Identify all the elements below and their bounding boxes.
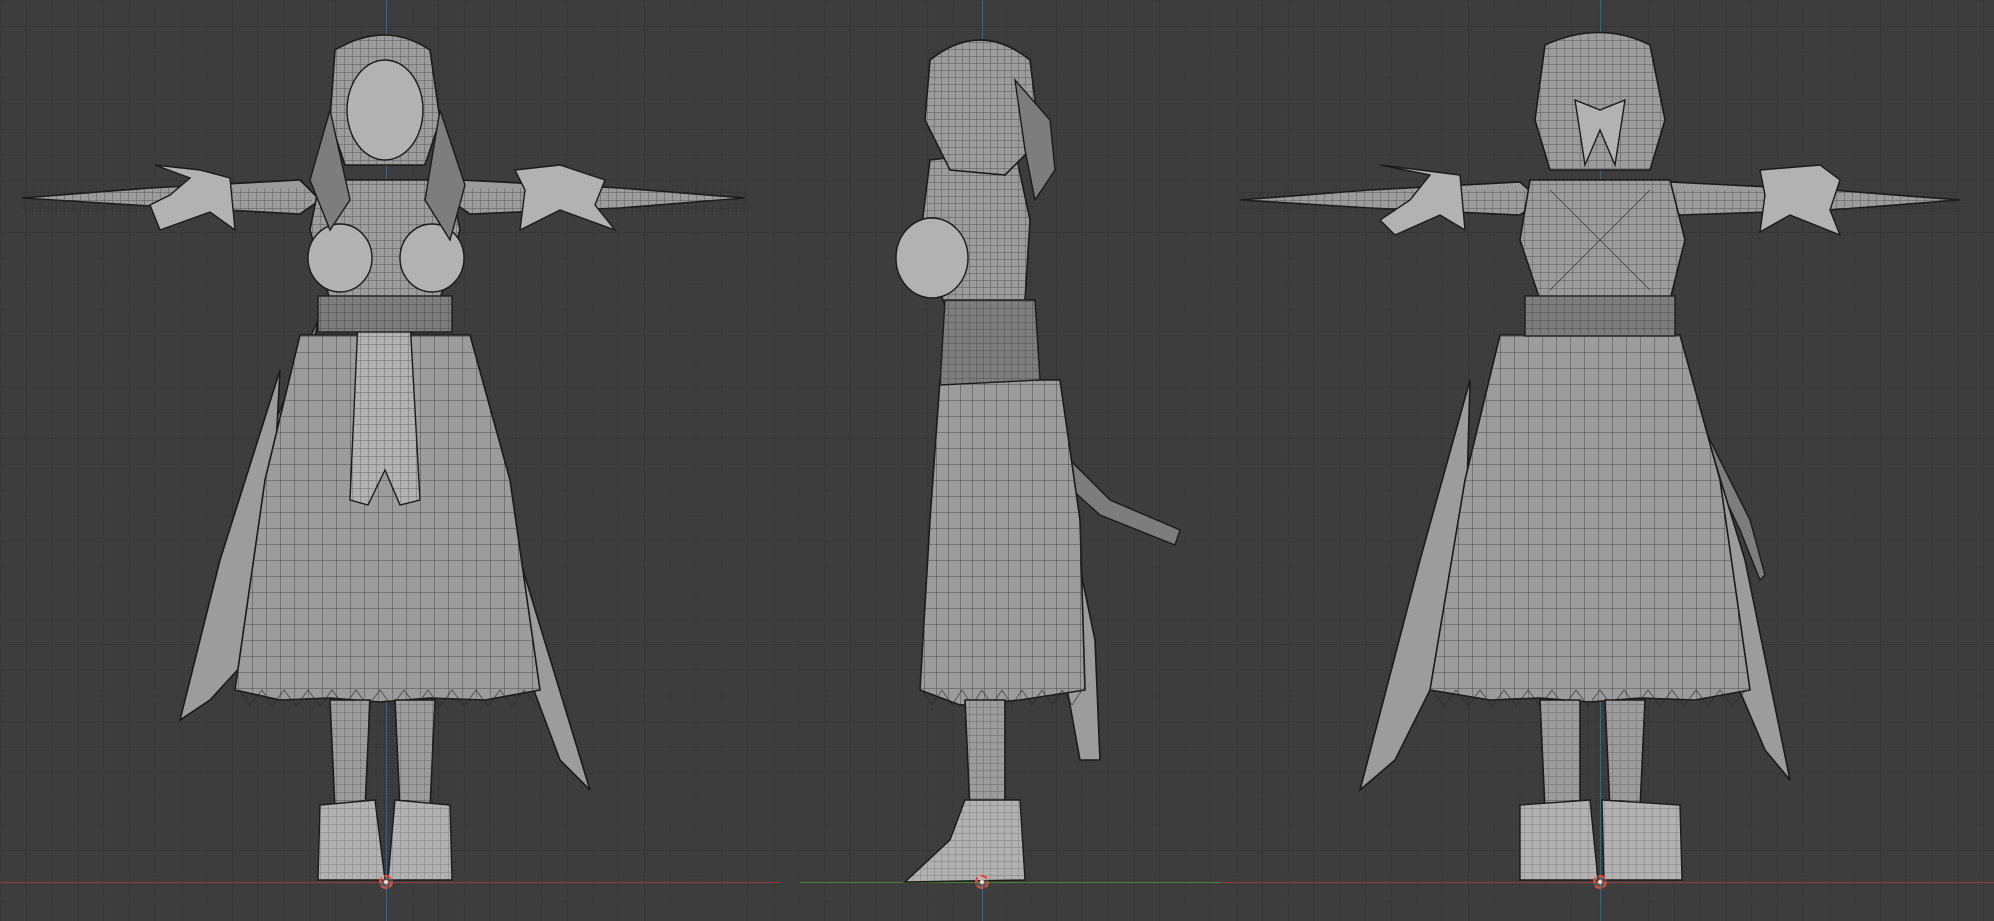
- character-mesh-back[interactable]: [1220, 0, 1994, 921]
- origin-marker-icon: [975, 875, 989, 889]
- back-view[interactable]: [1220, 0, 1994, 921]
- character-mesh-side[interactable]: [780, 0, 1220, 921]
- origin-marker-icon: [379, 875, 393, 889]
- character-mesh-front[interactable]: [0, 0, 780, 921]
- side-view[interactable]: [780, 0, 1220, 921]
- front-view[interactable]: [0, 0, 780, 921]
- origin-marker-icon: [1593, 875, 1607, 889]
- 3d-viewport[interactable]: [0, 0, 1994, 921]
